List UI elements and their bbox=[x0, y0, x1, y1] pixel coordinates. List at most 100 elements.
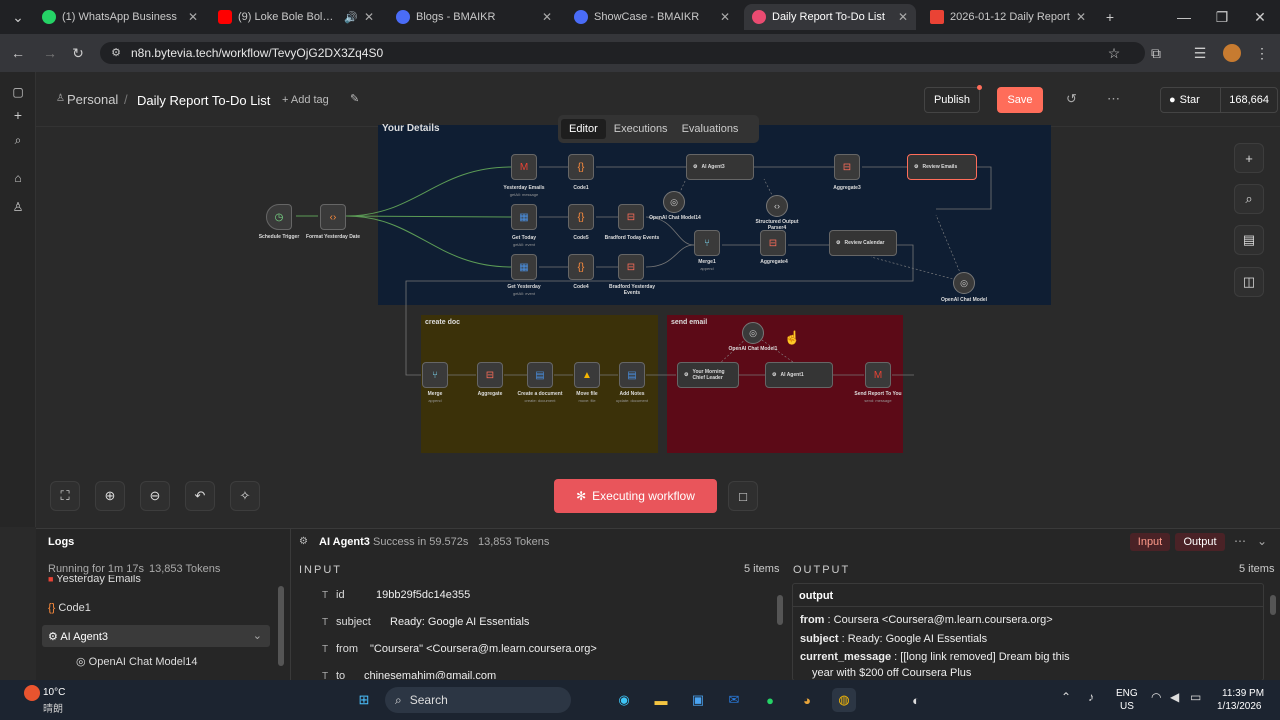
google-calendar-node-yesterday[interactable]: ▦ bbox=[511, 254, 537, 280]
close-tab-icon[interactable]: ✕ bbox=[1076, 10, 1086, 24]
code-node-code1[interactable]: {} bbox=[568, 154, 594, 180]
reload-icon[interactable]: ↻ bbox=[68, 43, 88, 63]
executing-workflow-button[interactable]: ✻ Executing workflow bbox=[554, 479, 717, 513]
tab-blogs[interactable]: Blogs - BMAIKR ✕ bbox=[388, 4, 560, 30]
tab-whatsapp[interactable]: (1) WhatsApp Business ✕ bbox=[34, 4, 206, 30]
add-icon[interactable]: + bbox=[8, 105, 28, 125]
user-icon[interactable]: ♙ bbox=[8, 197, 28, 217]
tab-editor[interactable]: Editor bbox=[561, 119, 606, 139]
google-calendar-node-today[interactable]: ▦ bbox=[511, 204, 537, 230]
microphone-icon[interactable]: ♪ bbox=[1088, 690, 1094, 704]
extensions-icon[interactable]: ⧉ bbox=[1146, 43, 1166, 63]
tab-youtube[interactable]: (9) Loke Bole Bole Re |🔊✕ bbox=[210, 4, 382, 30]
edge-icon[interactable]: ◉ bbox=[612, 688, 636, 712]
output-scrollbar[interactable] bbox=[1270, 595, 1276, 615]
google-docs-node-add-notes[interactable]: ▤ bbox=[619, 362, 645, 388]
tree-item-code1[interactable]: {} Code1 bbox=[48, 602, 91, 614]
aggregate4-node[interactable]: ⊟ bbox=[760, 230, 786, 256]
workflow-canvas[interactable]: Your Details create doc send email M Yes… bbox=[36, 115, 1280, 527]
openai-node-14[interactable]: ◎ bbox=[663, 191, 685, 213]
zoom-in-icon[interactable]: ⊕ bbox=[95, 481, 125, 511]
store-icon[interactable]: ▣ bbox=[686, 688, 710, 712]
review-emails-node[interactable]: ⚙ Review Emails bbox=[907, 154, 977, 180]
new-tab-icon[interactable]: + bbox=[1100, 7, 1120, 27]
breadcrumb-project[interactable]: Personal bbox=[67, 92, 118, 107]
bookmark-star-icon[interactable]: ☆ bbox=[1104, 43, 1124, 63]
chevron-down-icon[interactable]: ⌄ bbox=[253, 629, 262, 642]
tree-item-ai-agent3[interactable]: ⚙ AI Agent3 ⌄ bbox=[42, 625, 270, 647]
google-docs-node-create[interactable]: ▤ bbox=[527, 362, 553, 388]
whatsapp-taskbar-icon[interactable]: ● bbox=[758, 688, 782, 712]
publish-button[interactable]: Publish bbox=[924, 87, 980, 113]
profile-avatar[interactable] bbox=[1223, 44, 1241, 62]
merge1-node[interactable]: ⑂ bbox=[694, 230, 720, 256]
sidebar-toggle-icon[interactable]: ▢ bbox=[8, 82, 28, 102]
close-window-icon[interactable]: ✕ bbox=[1250, 7, 1270, 27]
clock-time[interactable]: 11:39 PM bbox=[1222, 688, 1264, 699]
bradford-yesterday-node[interactable]: ⊟ bbox=[618, 254, 644, 280]
undo-icon[interactable]: ↶ bbox=[185, 481, 215, 511]
logs-tree-scrollbar[interactable] bbox=[278, 586, 284, 666]
minimize-icon[interactable]: — bbox=[1174, 7, 1194, 27]
wifi-icon[interactable]: ◠ bbox=[1151, 690, 1161, 704]
structured-output-parser-node[interactable]: ‹› bbox=[766, 195, 788, 217]
code5-node[interactable]: {} bbox=[568, 204, 594, 230]
chrome-icon[interactable]: ◍ bbox=[832, 688, 856, 712]
format-date-node[interactable]: ‹› bbox=[320, 204, 346, 230]
forward-icon[interactable]: → bbox=[40, 43, 60, 63]
panel-toggle-icon[interactable]: ◫ bbox=[1234, 267, 1264, 297]
home-icon[interactable]: ⌂ bbox=[8, 168, 28, 188]
reading-list-icon[interactable]: ☰ bbox=[1190, 43, 1210, 63]
add-tag-button[interactable]: + Add tag bbox=[282, 94, 329, 106]
weather-temp[interactable]: 10°C bbox=[43, 687, 65, 698]
review-calendar-node[interactable]: ⚙ Review Calendar bbox=[829, 230, 897, 256]
fit-view-icon[interactable]: ⛶ bbox=[50, 481, 80, 511]
github-desktop-icon[interactable]: ◐ bbox=[904, 688, 928, 712]
tree-item-yesterday-emails[interactable]: ■ Yesterday Emails bbox=[48, 575, 141, 585]
outlook-icon[interactable]: ✉ bbox=[722, 688, 746, 712]
history-icon[interactable]: ↺ bbox=[1066, 91, 1077, 107]
close-tab-icon[interactable]: ✕ bbox=[542, 10, 552, 24]
tab-showcase[interactable]: ShowCase - BMAIKR ✕ bbox=[566, 4, 738, 30]
code4-node[interactable]: {} bbox=[568, 254, 594, 280]
file-explorer-icon[interactable]: ▬ bbox=[649, 688, 673, 712]
close-tab-icon[interactable]: ✕ bbox=[364, 10, 374, 24]
logs-more-icon[interactable]: ⋯ bbox=[1234, 534, 1246, 548]
ai-agent1-node[interactable]: ⚙ AI Agent1 bbox=[765, 362, 833, 388]
bradford-today-node[interactable]: ⊟ bbox=[618, 204, 644, 230]
ai-agent3-node[interactable]: ⚙ AI Agent3 bbox=[686, 154, 754, 180]
gmail-node-send-report[interactable]: M bbox=[865, 362, 891, 388]
url-input[interactable]: n8n.bytevia.tech/workflow/TevyOjG2DX3Zq4… bbox=[100, 42, 1145, 64]
save-button[interactable]: Save bbox=[997, 87, 1043, 113]
tab-gmail[interactable]: 2026-01-12 Daily Report ✕ bbox=[922, 4, 1094, 30]
morning-chief-node[interactable]: ⚙ Your Morning Chief Leader bbox=[677, 362, 739, 388]
input-scrollbar[interactable] bbox=[777, 595, 783, 625]
sticky-note-icon[interactable]: ▤ bbox=[1234, 225, 1264, 255]
zoom-out-icon[interactable]: ⊖ bbox=[140, 481, 170, 511]
app-icon[interactable]: ◕ bbox=[795, 688, 819, 712]
tray-chevron-icon[interactable]: ⌃ bbox=[1061, 690, 1071, 704]
tree-item-openai14[interactable]: ◎ OpenAI Chat Model14 bbox=[76, 655, 198, 668]
stop-execution-icon[interactable]: □ bbox=[728, 481, 758, 511]
close-tab-icon[interactable]: ✕ bbox=[898, 10, 908, 24]
battery-icon[interactable]: ▭ bbox=[1190, 690, 1201, 704]
logs-collapse-icon[interactable]: ⌄ bbox=[1257, 534, 1267, 548]
merge-node[interactable]: ⑂ bbox=[422, 362, 448, 388]
browser-menu-icon[interactable]: ⋮ bbox=[1252, 43, 1272, 63]
taskbar-search[interactable]: ⌕ Search bbox=[385, 687, 571, 713]
back-icon[interactable]: ← bbox=[8, 43, 28, 63]
workflow-name[interactable]: Daily Report To-Do List bbox=[137, 93, 270, 108]
close-tab-icon[interactable]: ✕ bbox=[188, 10, 198, 24]
tab-executions[interactable]: Executions bbox=[608, 119, 674, 139]
tab-evaluations[interactable]: Evaluations bbox=[676, 119, 745, 139]
weather-icon[interactable] bbox=[24, 685, 40, 701]
volume-icon[interactable]: ◀ bbox=[1170, 690, 1179, 704]
google-drive-node-move[interactable]: ▲ bbox=[574, 362, 600, 388]
more-options-icon[interactable]: ⋯ bbox=[1107, 91, 1120, 107]
gmail-node-yesterday-emails[interactable]: M bbox=[511, 154, 537, 180]
language-eng[interactable]: ENG bbox=[1116, 688, 1138, 699]
site-info-icon[interactable]: ⚙ bbox=[106, 43, 126, 63]
openai-model-node[interactable]: ◎ bbox=[953, 272, 975, 294]
tab-list-icon[interactable]: ⌄ bbox=[8, 7, 28, 27]
canvas-search-icon[interactable]: ⌕ bbox=[1234, 184, 1264, 214]
